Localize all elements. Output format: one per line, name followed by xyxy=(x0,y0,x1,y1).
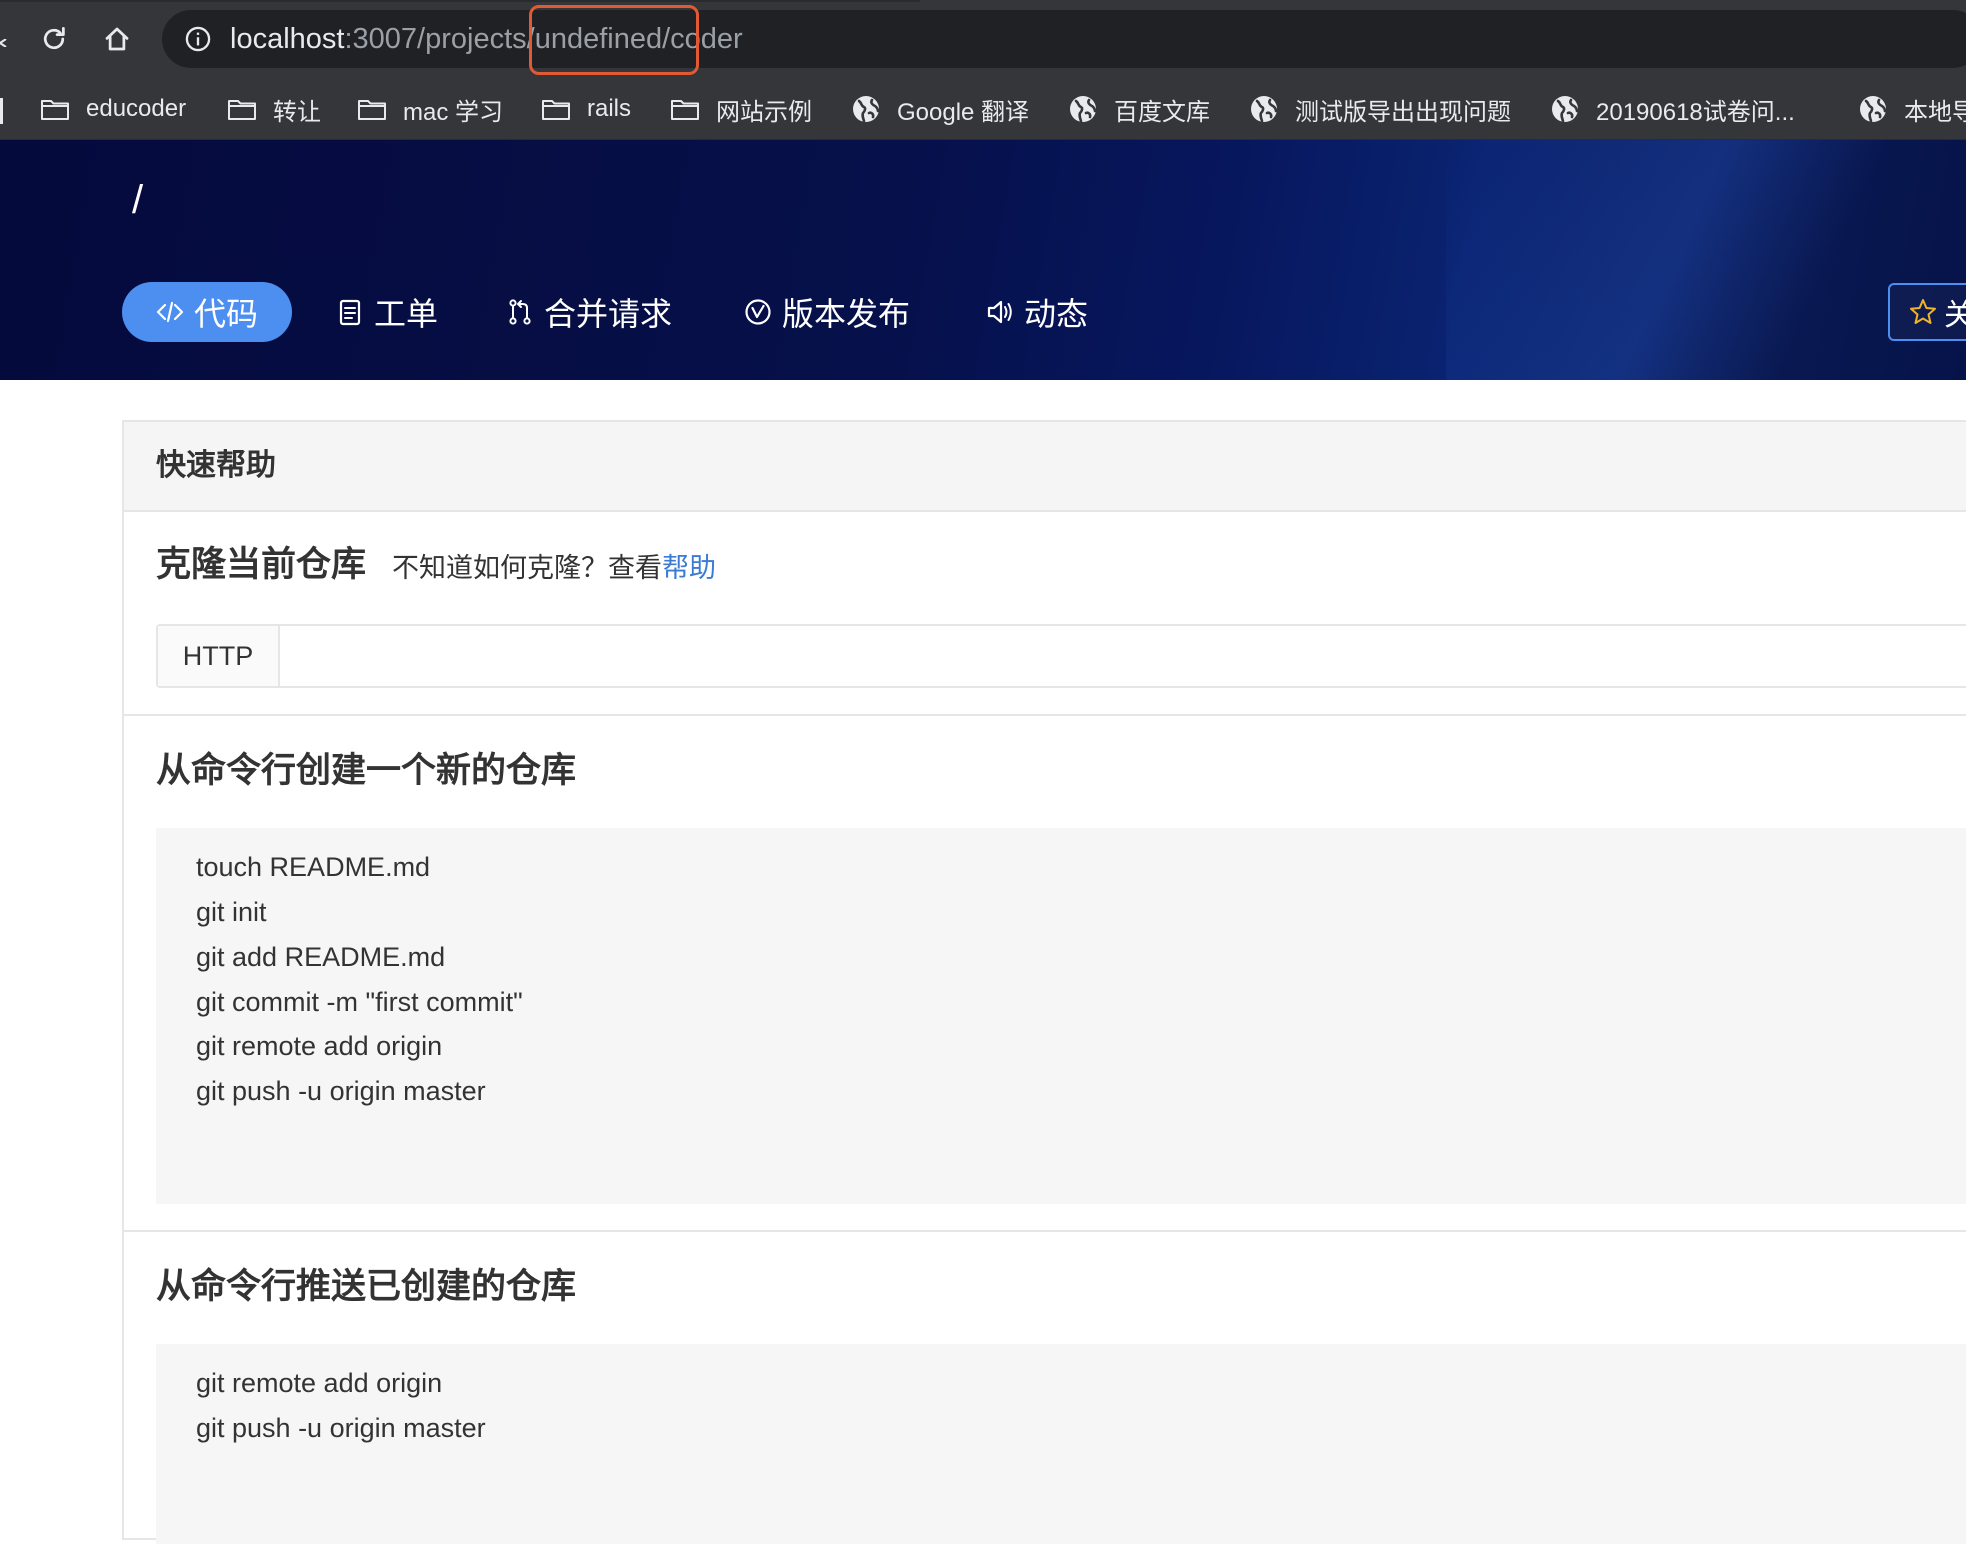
tab-releases[interactable]: 版本发布 xyxy=(744,282,910,342)
folder-icon xyxy=(541,94,571,124)
bookmark-rails[interactable]: rails xyxy=(541,90,631,128)
bookmark-label: educoder xyxy=(86,95,187,122)
push-repo-commands: git remote add origin git push -u origin… xyxy=(156,1344,1966,1544)
command-line: git add README.md xyxy=(196,942,446,972)
star-button-label: 关 xyxy=(1944,299,1966,332)
folder-icon xyxy=(40,94,70,124)
bookmark-label: mac 学习 xyxy=(403,98,504,126)
command-line: git push -u origin master xyxy=(196,1413,486,1443)
push-repo-section: 从命令行推送已创建的仓库 git remote add origin git p… xyxy=(124,1234,1966,1554)
tab-label: 版本发布 xyxy=(782,296,911,332)
reload-icon xyxy=(43,27,65,50)
create-repo-commands: touch README.md git init git add README.… xyxy=(156,828,1966,1204)
browser-toolbar: localhost:3007/projects/undefined/coder xyxy=(0,0,1966,78)
info-icon[interactable] xyxy=(184,25,212,53)
bookmark-label: Google 翻译 xyxy=(897,98,1030,126)
tab-label: 工单 xyxy=(374,296,439,332)
tab-issues[interactable]: 工单 xyxy=(336,282,438,342)
merge-icon xyxy=(509,299,531,325)
command-line: git remote add origin xyxy=(196,1368,443,1398)
bookmark-google-translate[interactable]: Google 翻译 xyxy=(851,90,1029,128)
bookmark-educoder[interactable]: educoder xyxy=(40,90,186,128)
globe-icon xyxy=(1550,94,1580,124)
bookmark-label: rails xyxy=(587,95,632,122)
quick-help-panel: 快速帮助 克隆当前仓库 不知道如何克隆？查看帮助 HTTP 从命令行创建一个新的… xyxy=(122,420,1966,1544)
bookmark-local[interactable]: 本地导 xyxy=(1858,90,1966,128)
tab-label: 合并请求 xyxy=(544,296,673,332)
bookmark-label: 百度文库 xyxy=(1114,98,1210,126)
clone-url-input[interactable]: HTTP xyxy=(156,624,1966,688)
clone-heading: 克隆当前仓库 xyxy=(156,545,367,584)
bookmark-baidu-wenku[interactable]: 百度文库 xyxy=(1068,90,1210,128)
code-icon xyxy=(156,301,184,323)
bookmark-label: 网站示例 xyxy=(716,98,812,126)
star-button[interactable]: 关 xyxy=(1888,283,1966,341)
check-circle-icon xyxy=(745,299,771,325)
bookmark-label: 本地导 xyxy=(1904,98,1966,126)
bookmark-exam-issue[interactable]: 20190618试卷问... xyxy=(1550,90,1795,128)
globe-icon xyxy=(1858,94,1888,124)
tab-code[interactable]: 代码 xyxy=(122,282,293,342)
protocol-selector[interactable]: HTTP xyxy=(158,626,280,686)
command-line: git push -u origin master xyxy=(196,1076,486,1106)
url-highlight-annotation xyxy=(529,5,699,75)
header-background-decoration xyxy=(1446,140,1966,380)
panel-title: 快速帮助 xyxy=(156,449,276,482)
project-title[interactable]: / xyxy=(132,176,143,224)
command-line: git commit -m "first commit" xyxy=(196,987,523,1017)
bookmark-transfer[interactable]: 转让 xyxy=(227,90,321,128)
clone-section: 克隆当前仓库 不知道如何克隆？查看帮助 HTTP xyxy=(124,514,1966,716)
tab-label: 代码 xyxy=(194,296,259,332)
panel-header: 快速帮助 xyxy=(124,422,1966,512)
folder-icon xyxy=(357,94,387,124)
bookmark-overflow-stub xyxy=(0,98,6,124)
back-arrow-icon[interactable] xyxy=(0,34,8,48)
bookmark-export-issue[interactable]: 测试版导出出现问题 xyxy=(1249,90,1511,128)
bookmark-mac-study[interactable]: mac 学习 xyxy=(357,90,503,128)
command-line: touch README.md xyxy=(196,852,431,882)
home-button[interactable] xyxy=(96,18,138,60)
project-header: / 代码 工单 合并请求 版本发布 动态 关 xyxy=(0,140,1966,380)
bookmark-label: 20190618试卷问... xyxy=(1596,98,1795,126)
globe-icon xyxy=(851,94,881,124)
tab-activity[interactable]: 动态 xyxy=(986,282,1088,342)
clipboard-icon xyxy=(339,299,361,326)
globe-icon xyxy=(1249,94,1279,124)
tab-label: 动态 xyxy=(1024,296,1089,332)
tab-pull-requests[interactable]: 合并请求 xyxy=(506,282,672,342)
speaker-icon xyxy=(987,300,1012,324)
folder-icon xyxy=(670,94,700,124)
bookmark-site-examples[interactable]: 网站示例 xyxy=(670,90,812,128)
address-bar[interactable]: localhost:3007/projects/undefined/coder xyxy=(162,10,1966,68)
push-repo-heading: 从命令行推送已创建的仓库 xyxy=(156,1267,577,1306)
bookmarks-bar: educoder 转让 mac 学习 rails 网站示例 Google 翻译 … xyxy=(0,78,1966,140)
url-host: localhost xyxy=(230,23,345,55)
create-repo-section: 从命令行创建一个新的仓库 touch README.md git init gi… xyxy=(124,718,1966,1232)
help-link[interactable]: 帮助 xyxy=(662,553,716,583)
bookmark-label: 转让 xyxy=(273,98,321,126)
clone-hint: 不知道如何克隆？查看帮助 xyxy=(392,552,716,584)
clone-hint-text: 不知道如何克隆？查看 xyxy=(392,553,662,583)
reload-button[interactable] xyxy=(33,18,75,60)
command-line: git remote add origin xyxy=(196,1031,443,1061)
create-repo-heading: 从命令行创建一个新的仓库 xyxy=(156,751,577,790)
star-icon xyxy=(1910,299,1936,324)
bookmark-label: 测试版导出出现问题 xyxy=(1295,98,1511,126)
globe-icon xyxy=(1068,94,1098,124)
folder-icon xyxy=(227,94,257,124)
command-line: git init xyxy=(196,897,267,927)
home-icon xyxy=(105,27,129,51)
